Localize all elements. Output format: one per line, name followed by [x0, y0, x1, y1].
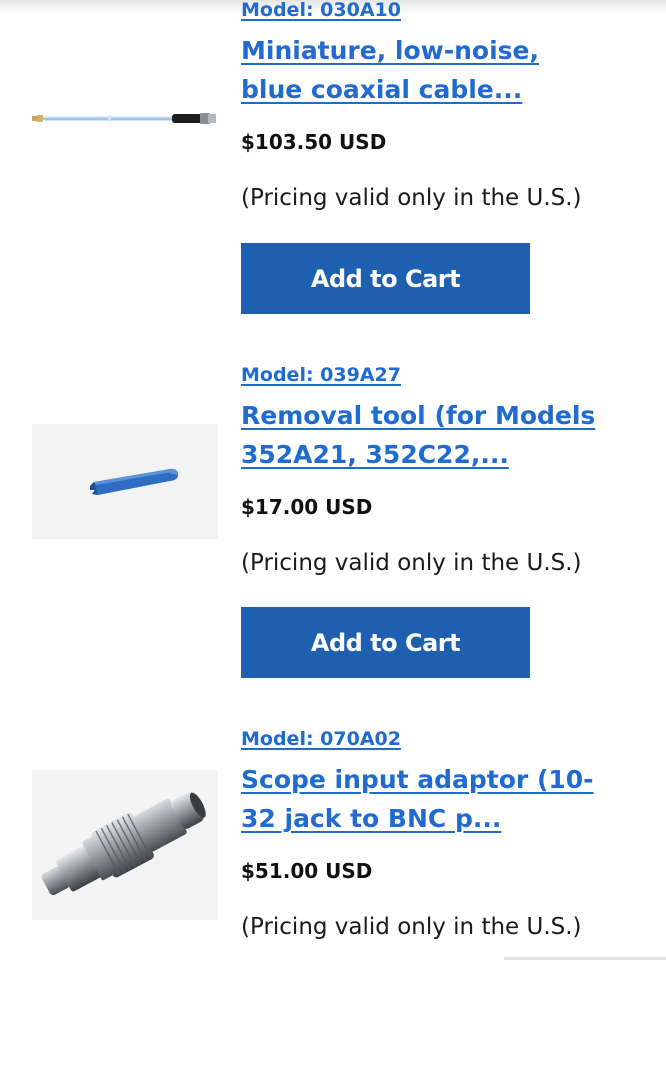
- product-title-link[interactable]: Miniature, low-noise, blue coaxial cable…: [241, 31, 601, 109]
- price: $51.00 USD: [241, 859, 373, 883]
- pricing-note: (Pricing valid only in the U.S.): [241, 550, 582, 576]
- pricing-note: (Pricing valid only in the U.S.): [241, 185, 582, 211]
- model-link[interactable]: Model: 030A10: [241, 0, 401, 21]
- product-title-link[interactable]: Scope input adaptor (10-32 jack to BNC p…: [241, 760, 601, 838]
- model-link[interactable]: Model: 039A27: [241, 364, 401, 386]
- bnc-adaptor-image[interactable]: [32, 770, 218, 920]
- product-card: Model: 039A27 Removal tool (for Models 3…: [0, 364, 666, 728]
- product-card: Model: 030A10 Miniature, low-noise, blue…: [0, 0, 666, 364]
- coaxial-cable-image[interactable]: [32, 104, 218, 132]
- add-to-cart-button[interactable]: Add to Cart: [241, 607, 530, 678]
- price: $17.00 USD: [241, 495, 373, 519]
- add-to-cart-button[interactable]: Add to Cart: [241, 243, 530, 314]
- product-card: Model: 070A02 Scope input adaptor (10-32…: [0, 728, 666, 1092]
- model-link[interactable]: Model: 070A02: [241, 728, 401, 750]
- price: $103.50 USD: [241, 130, 387, 154]
- product-title-link[interactable]: Removal tool (for Models 352A21, 352C22,…: [241, 396, 601, 474]
- pricing-note: (Pricing valid only in the U.S.): [241, 914, 582, 940]
- removal-tool-image[interactable]: [32, 424, 218, 539]
